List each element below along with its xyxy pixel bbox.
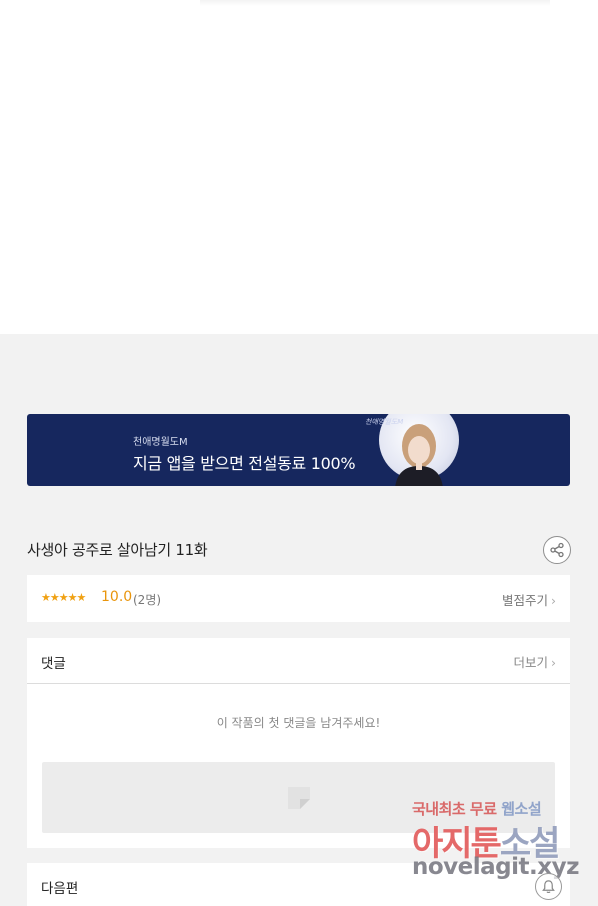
share-button[interactable] — [543, 536, 571, 564]
comment-header: 댓글 더보기 › — [27, 638, 570, 684]
banner-game-logo: 천애명월도M — [365, 418, 404, 426]
rating-card: ★★★★★ 10.0 (2명) 별점주기 › — [27, 575, 570, 622]
ad-banner[interactable]: 천애명월도M 천애명월도M 지금 앱을 받으면 전설동료 100% — [27, 414, 570, 486]
notification-button[interactable] — [535, 873, 562, 900]
comment-placeholder-icon — [288, 787, 310, 809]
chevron-right-icon: › — [551, 593, 556, 608]
banner-headline: 지금 앱을 받으면 전설동료 100% — [133, 454, 356, 473]
rating-count: (2명) — [133, 593, 162, 607]
rating-stars: ★★★★★ — [41, 591, 86, 604]
comment-more-button[interactable]: 더보기 › — [513, 652, 556, 671]
comment-more-label: 더보기 — [513, 655, 548, 670]
episode-title: 사생아 공주로 살아남기 11화 — [27, 541, 208, 559]
rating-score: 10.0 — [101, 589, 133, 605]
banner-subtitle: 천애명월도M — [133, 437, 188, 448]
share-icon — [550, 542, 564, 558]
bell-icon — [542, 880, 555, 894]
empty-comment-message: 이 작품의 첫 댓글을 남겨주세요! — [216, 716, 381, 730]
rate-button[interactable]: 별점주기 › — [502, 590, 556, 609]
comment-section-title: 댓글 — [41, 656, 66, 672]
next-episode-label: 다음편 — [41, 881, 79, 897]
image-bottom-edge — [200, 0, 550, 6]
viewer-blank-area — [0, 0, 598, 334]
rate-button-label: 별점주기 — [501, 593, 548, 608]
chevron-right-icon: › — [551, 655, 556, 670]
